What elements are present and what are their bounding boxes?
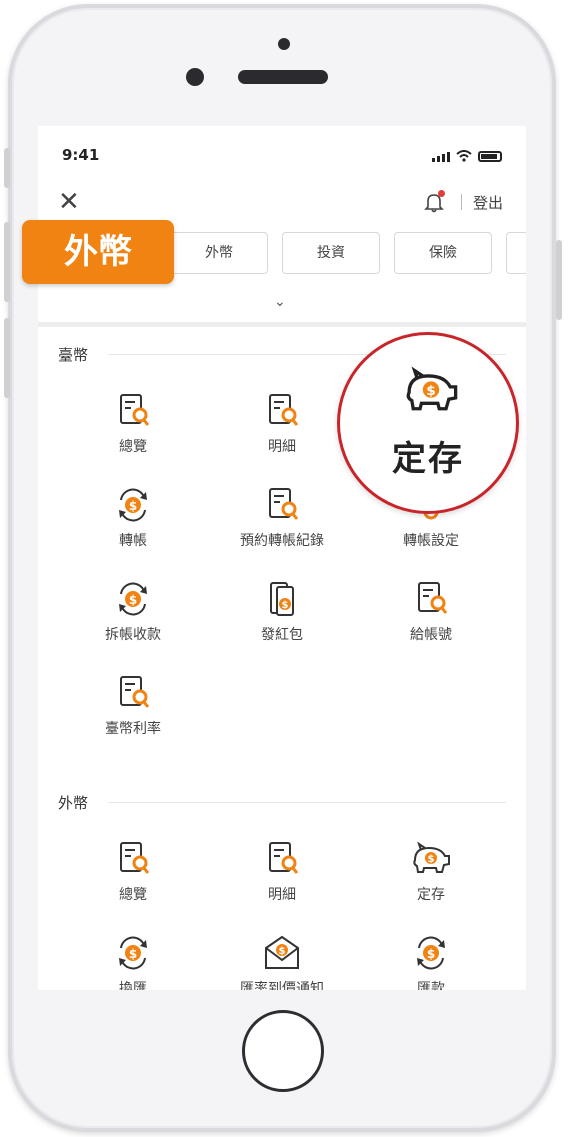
menu-item-fx-exchange[interactable]: $ 換匯 <box>53 934 213 990</box>
menu-item-label: 臺幣利率 <box>105 721 161 737</box>
transfer-icon: $ <box>417 936 445 970</box>
menu-item-twd-rates[interactable]: 臺幣利率 <box>53 674 213 738</box>
mute-switch <box>4 148 10 188</box>
menu-item-label: 明細 <box>268 887 296 903</box>
sensor <box>278 38 290 50</box>
menu-item-label: 預約轉帳紀錄 <box>240 533 324 549</box>
menu-item-transfer[interactable]: $ 轉帳 <box>53 486 213 550</box>
menu-item-twd-overview[interactable]: 總覽 <box>53 392 213 456</box>
close-icon[interactable]: ✕ <box>58 188 80 216</box>
svg-text:$: $ <box>428 854 435 865</box>
top-bar: ✕ 登出 <box>38 188 526 218</box>
home-button[interactable] <box>242 1010 324 1092</box>
transfer-icon: $ <box>119 936 147 970</box>
piggy-bank-icon: $ <box>406 366 458 411</box>
piggy-bank-icon: $ <box>413 841 450 873</box>
menu-item-label: 給帳號 <box>410 627 452 643</box>
chevron-down-icon[interactable]: ⌄ <box>274 294 286 310</box>
tab-insurance[interactable]: 保險 <box>394 232 492 274</box>
svg-text:$: $ <box>282 600 289 611</box>
svg-text:$: $ <box>129 593 137 607</box>
menu-item-scheduled-transfer-records[interactable]: 預約轉帳紀錄 <box>202 486 362 550</box>
menu-item-label: 總覽 <box>119 439 147 455</box>
menu-item-fx-time-deposit[interactable]: $ 定存 <box>351 840 511 904</box>
svg-text:$: $ <box>279 946 286 957</box>
status-icons <box>432 150 502 162</box>
menu-item-label: 匯款 <box>417 981 445 990</box>
section-title-fx: 外幣 <box>58 794 89 812</box>
wifi-icon <box>456 150 472 162</box>
transfer-icon: $ <box>119 488 147 522</box>
menu-item-red-envelope[interactable]: $ 發紅包 <box>202 580 362 644</box>
status-bar: 9:41 <box>38 146 526 170</box>
document-search-icon <box>269 842 299 874</box>
menu-item-fx-details[interactable]: 明細 <box>202 840 362 904</box>
menu-item-label: 拆帳收款 <box>105 627 161 643</box>
menu-item-label: 發紅包 <box>261 627 303 643</box>
tab-more[interactable] <box>506 232 526 274</box>
tab-fx[interactable]: 外幣 <box>170 232 268 274</box>
section-divider <box>108 802 506 803</box>
svg-text:$: $ <box>427 947 435 961</box>
document-search-icon <box>120 394 150 426</box>
document-search-icon <box>269 488 299 520</box>
logout-button[interactable]: 登出 <box>473 192 503 213</box>
svg-text:$: $ <box>426 383 436 399</box>
fx-highlight-badge: 外幣 <box>22 220 174 284</box>
battery-icon <box>478 151 502 162</box>
menu-item-give-account[interactable]: 給帳號 <box>351 580 511 644</box>
document-search-icon <box>120 842 150 874</box>
menu-item-fx-overview[interactable]: 總覽 <box>53 840 213 904</box>
document-search-icon <box>269 394 299 426</box>
time-deposit-zoom-callout: $ 定存 <box>337 332 519 514</box>
red-envelope-icon: $ <box>270 582 294 616</box>
status-time: 9:41 <box>62 146 100 164</box>
cellular-signal-icon <box>432 152 450 162</box>
front-camera <box>186 68 204 86</box>
tab-invest[interactable]: 投資 <box>282 232 380 274</box>
menu-item-remittance[interactable]: $ 匯款 <box>351 934 511 990</box>
tabs-divider <box>38 322 526 327</box>
header-divider <box>461 194 462 210</box>
menu-item-label: 定存 <box>417 887 445 903</box>
document-search-icon <box>418 582 448 614</box>
document-search-icon <box>120 676 150 708</box>
earpiece-speaker <box>238 70 328 84</box>
menu-item-label: 匯率到價通知 <box>240 981 324 990</box>
power-button <box>556 240 562 320</box>
svg-text:$: $ <box>129 947 137 961</box>
zoom-label: 定存 <box>392 439 464 479</box>
volume-up-button <box>4 222 10 302</box>
menu-item-label: 換匯 <box>119 981 147 990</box>
menu-item-label: 總覽 <box>119 887 147 903</box>
svg-text:$: $ <box>129 499 137 513</box>
mail-icon: $ <box>265 935 299 969</box>
menu-item-rate-alert[interactable]: $ 匯率到價通知 <box>202 934 362 990</box>
menu-item-label: 轉帳 <box>119 533 147 549</box>
menu-item-label: 轉帳設定 <box>403 533 459 549</box>
menu-item-split-payment[interactable]: $ 拆帳收款 <box>53 580 213 644</box>
volume-down-button <box>4 318 10 398</box>
transfer-icon: $ <box>119 582 147 616</box>
notification-dot <box>438 190 445 197</box>
section-title-twd: 臺幣 <box>58 346 89 364</box>
